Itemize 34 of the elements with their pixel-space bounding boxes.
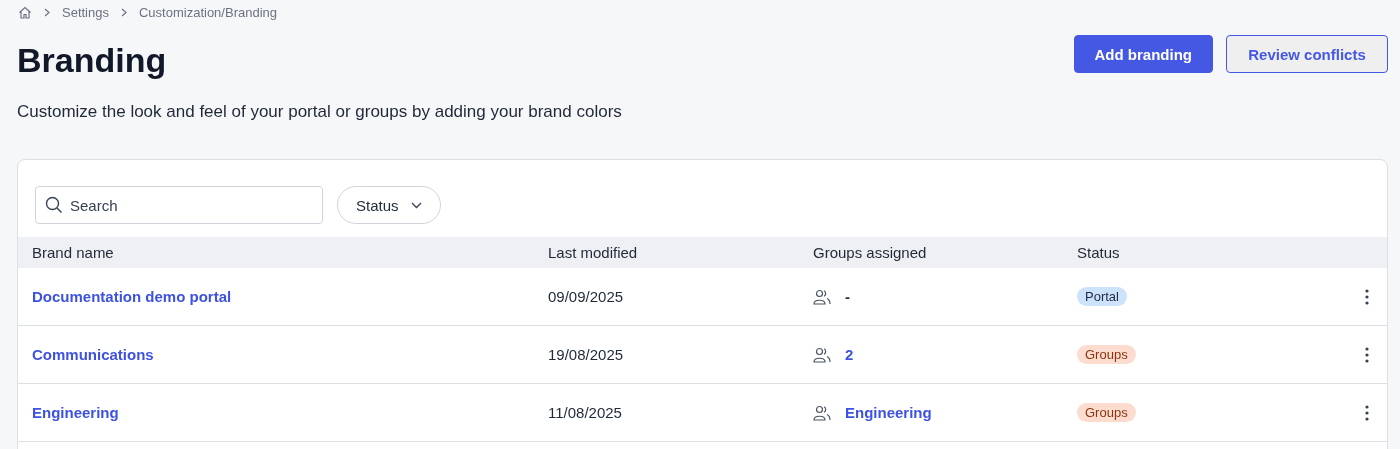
groups-link[interactable]: Engineering xyxy=(845,404,932,421)
breadcrumb-link[interactable]: Customization/Branding xyxy=(139,5,277,20)
brand-link[interactable]: Documentation demo portal xyxy=(32,288,232,305)
more-icon[interactable] xyxy=(1365,346,1369,363)
column-header: Brand name xyxy=(32,244,115,261)
page-description: Customize the look and feel of your portal or groups by adding your brand colors xyxy=(17,102,623,122)
page-title: Branding xyxy=(17,41,167,80)
action-button[interactable]: Add branding xyxy=(1073,35,1213,73)
breadcrumb-link[interactable]: Settings xyxy=(62,5,109,20)
people-icon xyxy=(813,346,831,363)
brand-link[interactable]: Engineering xyxy=(32,404,119,421)
date-cell: 11/08/2025 xyxy=(548,404,622,421)
action-button[interactable]: Review conflicts xyxy=(1226,35,1388,73)
column-header: Status xyxy=(1077,244,1121,261)
caret-icon xyxy=(410,201,422,209)
groups-link[interactable]: 2 xyxy=(845,346,854,363)
chevron-icon xyxy=(121,8,127,17)
home-icon[interactable] xyxy=(18,6,32,19)
column-header: Groups assigned xyxy=(813,244,928,261)
search-field[interactable]: Search xyxy=(35,186,323,224)
people-icon xyxy=(813,288,831,305)
date-cell: 09/09/2025 xyxy=(548,288,624,305)
brand-link[interactable]: Communications xyxy=(32,346,154,363)
date-cell: 19/08/2025 xyxy=(548,346,624,363)
column-header: Last modified xyxy=(548,244,639,261)
more-icon[interactable] xyxy=(1365,404,1369,421)
status-badge: Groups xyxy=(1077,403,1136,422)
people-icon xyxy=(813,404,831,421)
status-filter[interactable]: Status xyxy=(337,186,441,224)
status-badge: Portal xyxy=(1077,287,1127,306)
groups-cell: - xyxy=(845,288,850,305)
status-badge: Groups xyxy=(1077,345,1136,364)
more-icon[interactable] xyxy=(1365,288,1369,305)
chevron-icon xyxy=(44,8,50,17)
